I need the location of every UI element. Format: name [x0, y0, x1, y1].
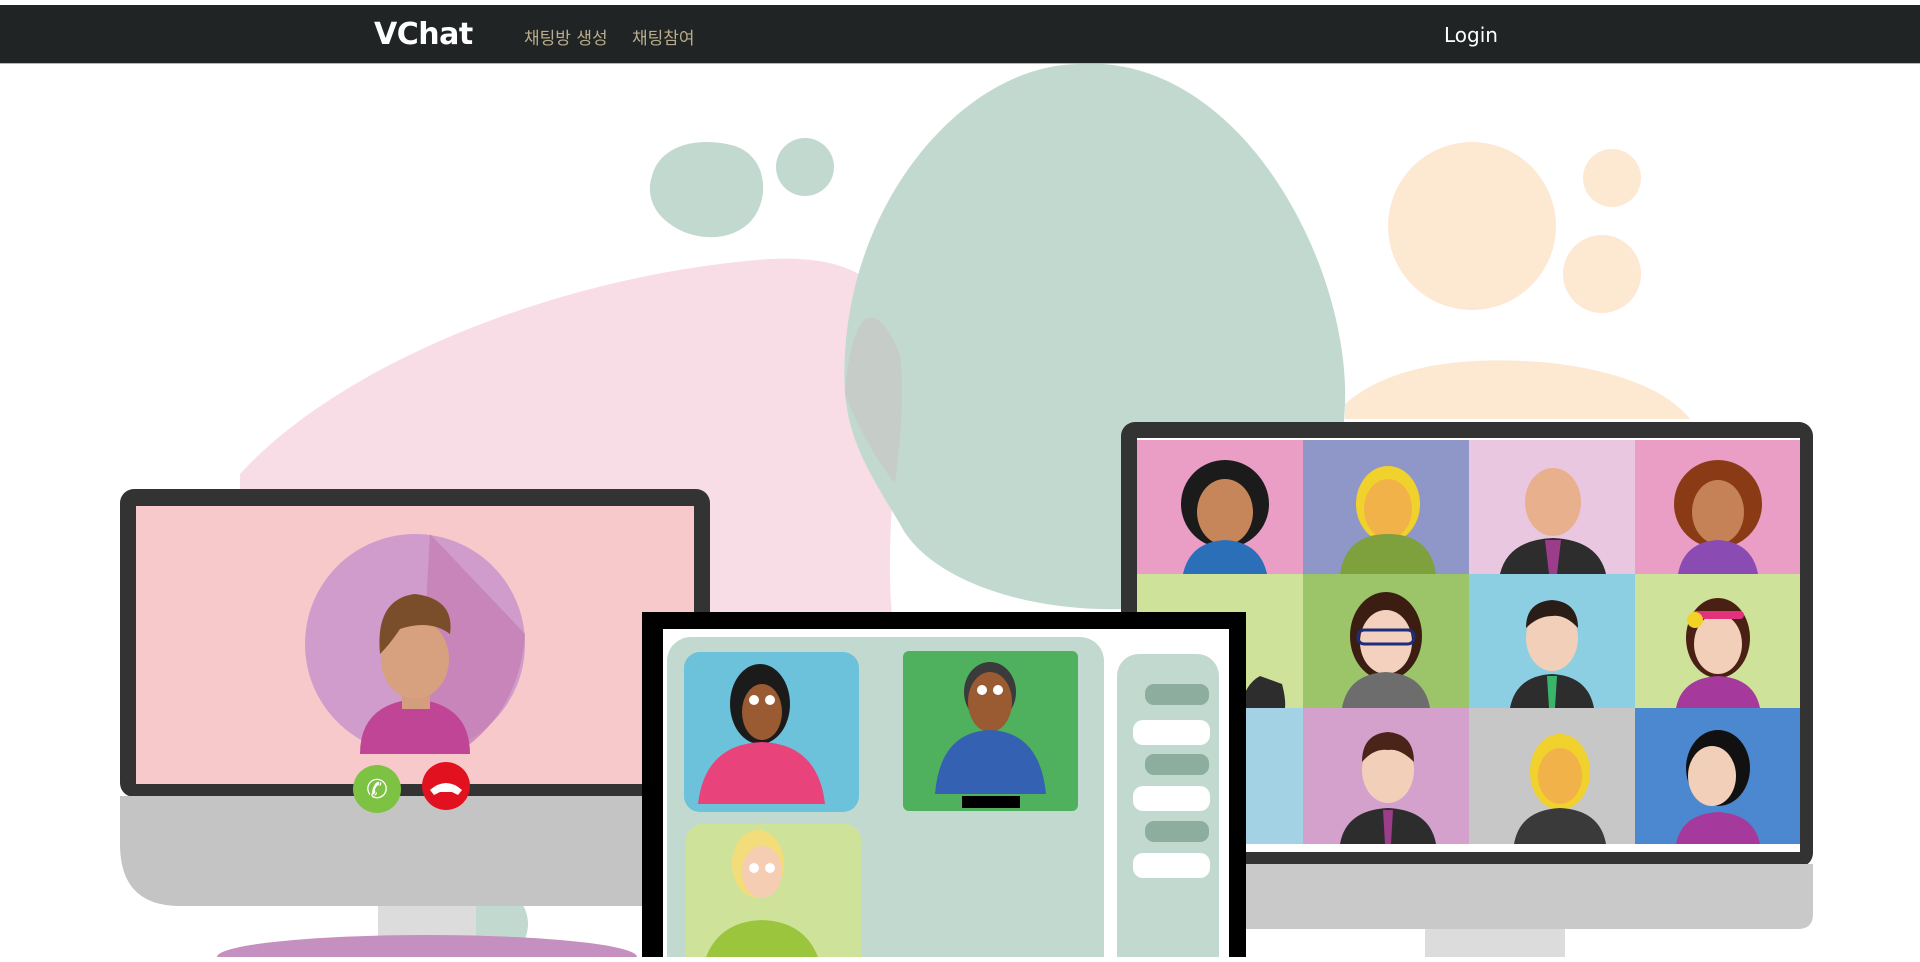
left-monitor: [120, 489, 710, 962]
phone-icon: ✆: [366, 775, 388, 805]
chat-bar-3: [1145, 754, 1209, 775]
chat-bar-5: [1145, 821, 1209, 842]
chat-bar-6: [1133, 853, 1210, 878]
nav-join-room[interactable]: 채팅참여: [632, 24, 695, 49]
center-tablet: [642, 612, 1246, 962]
chat-bar-1: [1145, 684, 1209, 705]
chat-bar-2: [1133, 720, 1210, 745]
navbar: VChat 채팅방 생성 채팅참여 Login: [0, 5, 1920, 64]
hero-illustration: ✆: [0, 63, 1920, 962]
video-conference-illustration: ✆: [120, 63, 1813, 962]
nav-create-room[interactable]: 채팅방 생성: [524, 24, 608, 49]
chat-bar-4: [1133, 786, 1210, 811]
login-link[interactable]: Login: [1444, 23, 1498, 47]
brand-logo[interactable]: VChat: [374, 17, 473, 52]
